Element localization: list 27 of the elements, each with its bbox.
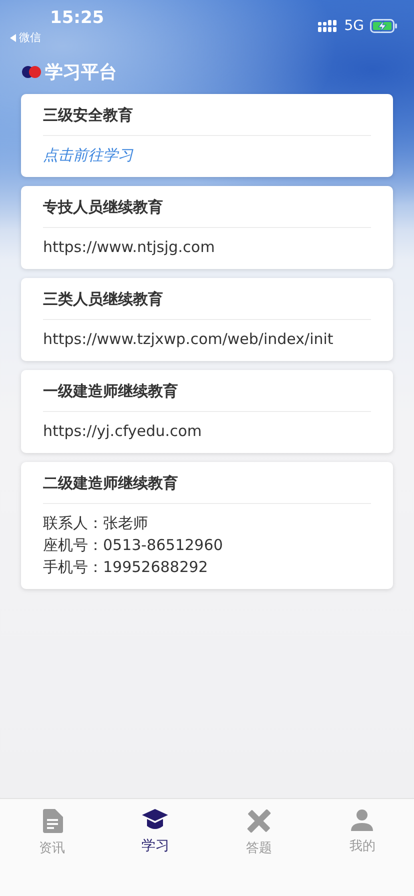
status-time: 15:25 bbox=[50, 8, 104, 28]
card-title: 一级建造师继续教育 bbox=[43, 370, 371, 412]
card-text: https://www.ntjsjg.com bbox=[43, 237, 215, 258]
tab-item[interactable]: 资讯 bbox=[0, 809, 104, 857]
signal-icon bbox=[318, 20, 338, 32]
battery-icon bbox=[370, 19, 398, 33]
card-text: 座机号：0513-86512960 bbox=[43, 535, 223, 556]
back-arrow-icon bbox=[10, 34, 16, 42]
logo-icon bbox=[22, 66, 42, 78]
card-text: 手机号：19952688292 bbox=[43, 557, 208, 578]
tab-item[interactable]: 我的 bbox=[310, 809, 414, 855]
person-icon bbox=[351, 809, 374, 831]
card-title: 专技人员继续教育 bbox=[43, 186, 371, 228]
tab-item[interactable]: 学习 bbox=[104, 809, 207, 855]
card-text: 联系人：张老师 bbox=[43, 513, 148, 534]
page-title: 学习平台 bbox=[45, 61, 117, 84]
card-text: https://www.tzjxwp.com/web/index/init bbox=[43, 329, 334, 350]
graduation-cap-icon bbox=[142, 809, 168, 831]
card-title: 三级安全教育 bbox=[43, 94, 371, 136]
back-link[interactable]: 微信 bbox=[10, 30, 41, 45]
card-title: 三类人员继续教育 bbox=[43, 278, 371, 320]
document-icon bbox=[40, 809, 63, 833]
card-title: 二级建造师继续教育 bbox=[43, 462, 371, 504]
card-text: https://yj.cfyedu.com bbox=[43, 421, 202, 442]
network-label: 5G bbox=[344, 18, 364, 34]
tab-item[interactable]: 答题 bbox=[207, 809, 310, 857]
study-link[interactable]: 点击前往学习 bbox=[43, 144, 133, 166]
